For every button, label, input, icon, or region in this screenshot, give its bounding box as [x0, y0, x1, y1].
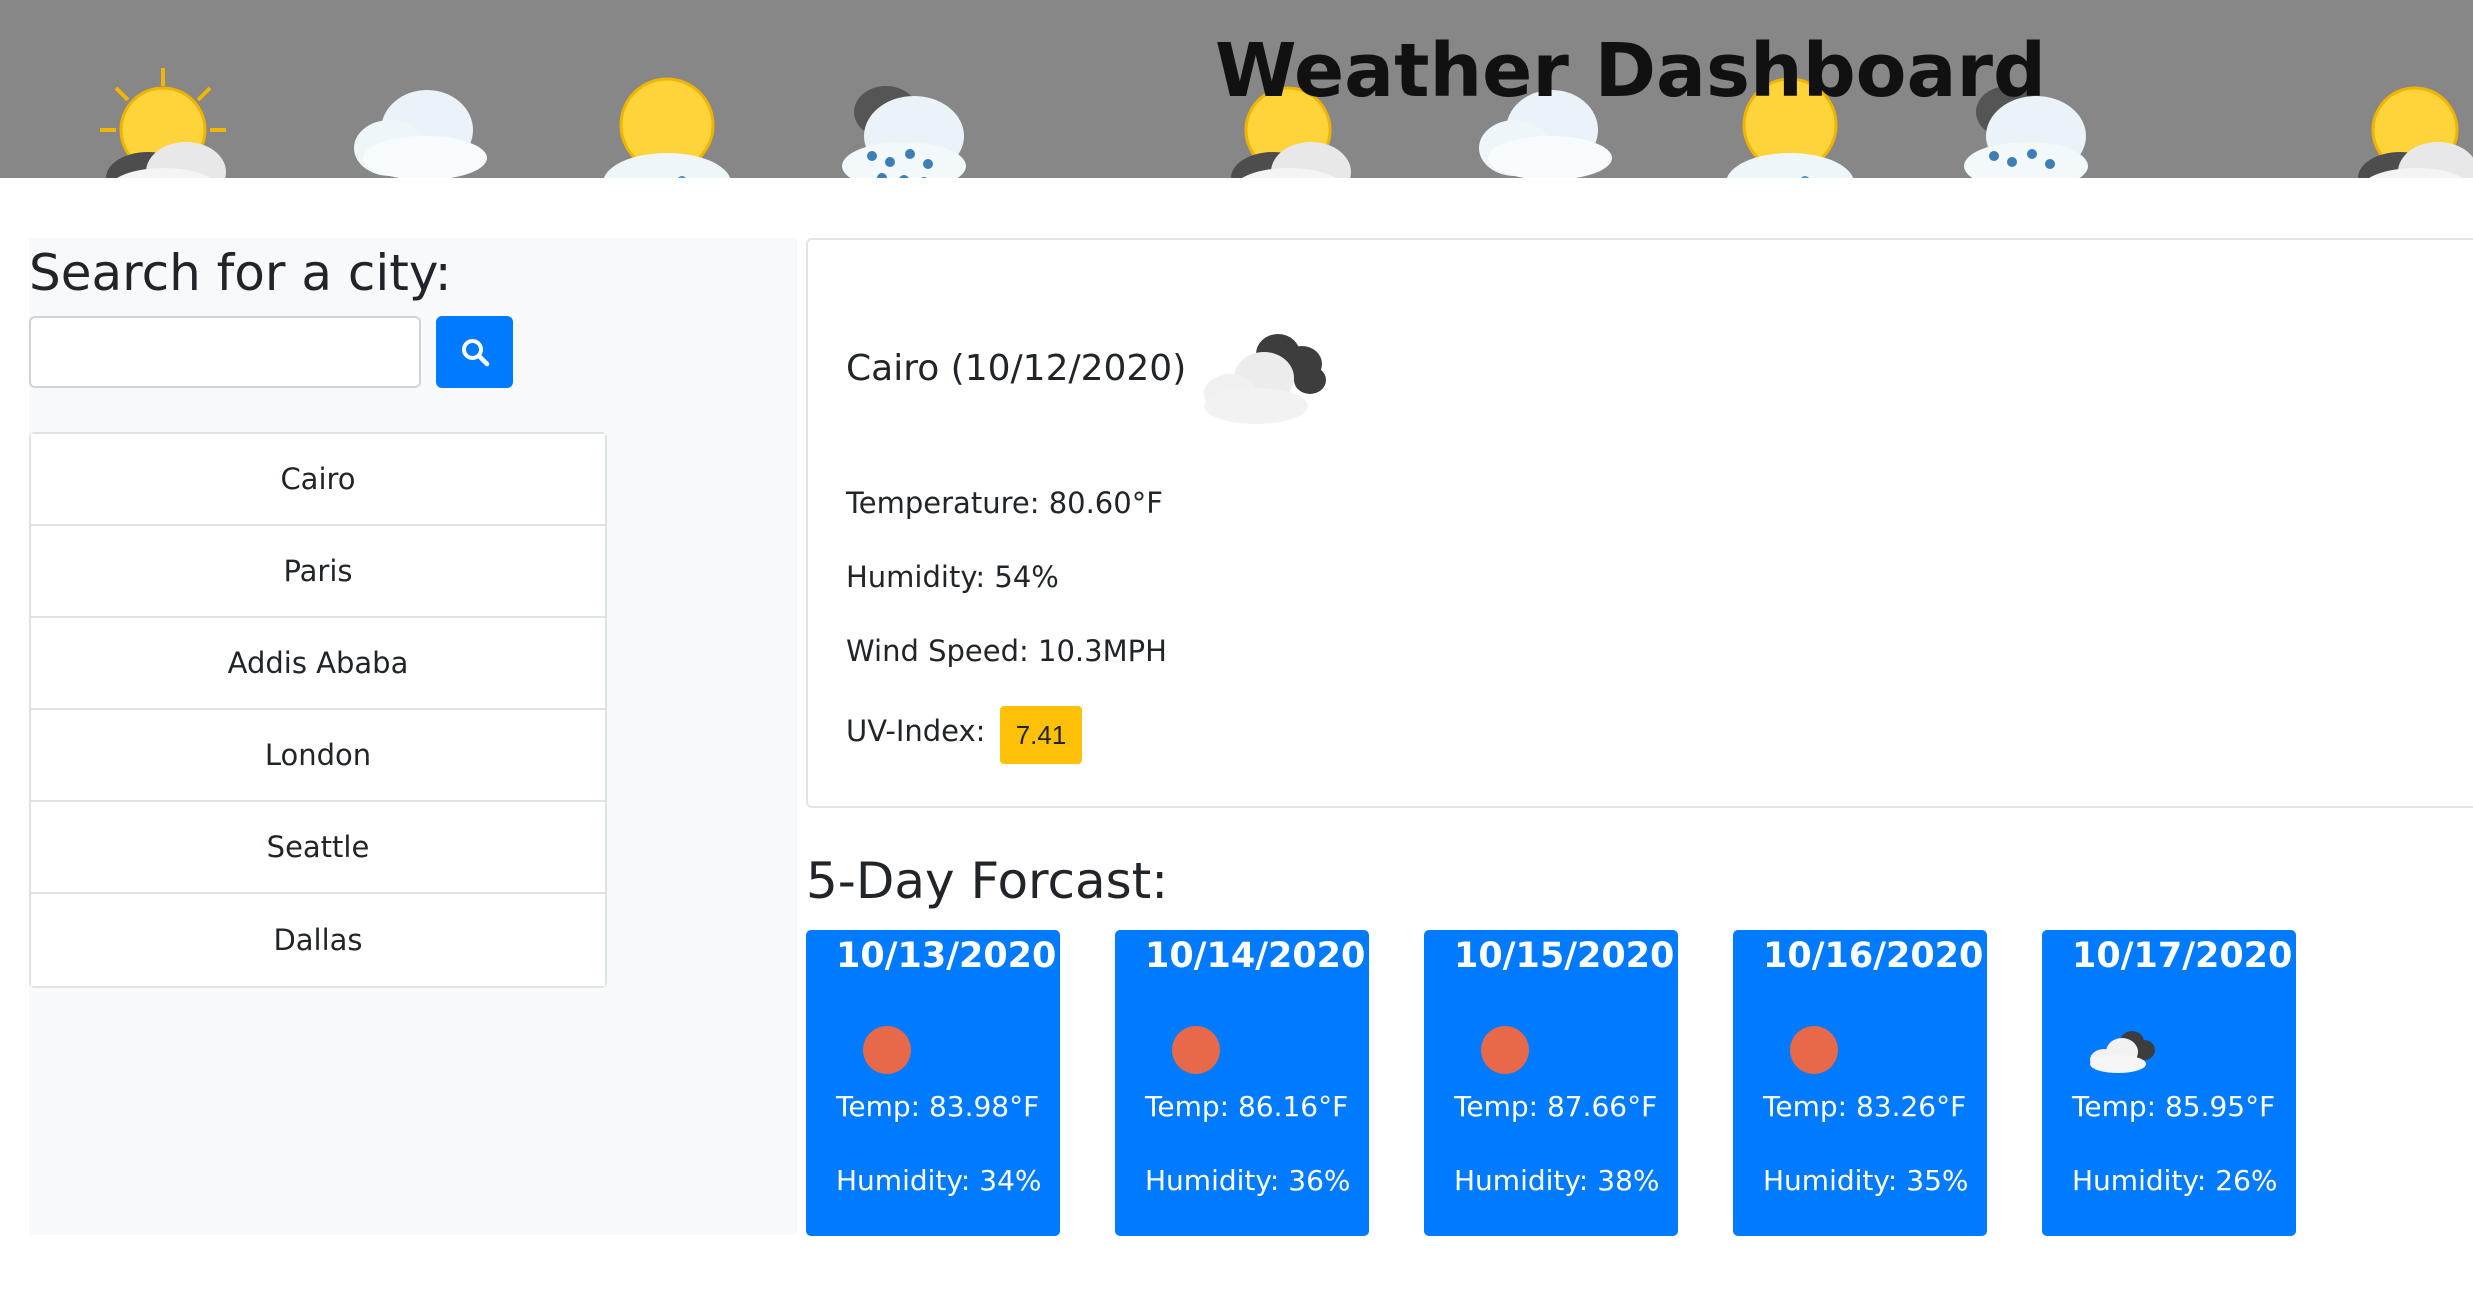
current-weather-card: Cairo (10/12/2020) Temperature: 80.60°F …	[806, 238, 2473, 808]
forecast-heading: 5-Day Forcast:	[806, 852, 1169, 910]
clear-sun-icon	[863, 1026, 911, 1074]
clear-sun-icon	[1790, 1026, 1838, 1074]
city-search-input[interactable]	[29, 316, 421, 388]
history-item-dallas[interactable]: Dallas	[31, 894, 605, 986]
forecast-temp: Temp: 85.95°F	[2072, 1090, 2276, 1123]
current-humidity: Humidity: 54%	[846, 560, 1059, 594]
forecast-card: 10/16/2020 Temp: 83.26°F Humidity: 35%	[1733, 930, 1987, 1236]
forecast-date: 10/14/2020	[1145, 936, 1366, 976]
sidebar: Search for a city: Cairo Paris Addis Aba…	[29, 238, 797, 1235]
current-temperature: Temperature: 80.60°F	[846, 486, 1163, 520]
history-item-addis-ababa[interactable]: Addis Ababa	[31, 618, 605, 710]
forecast-humidity: Humidity: 36%	[1145, 1164, 1351, 1197]
snow-cloud-icon	[354, 90, 487, 178]
search-icon	[461, 339, 489, 367]
header-banner: Weather Dashboard	[0, 0, 2473, 178]
broken-clouds-icon	[2090, 1031, 2155, 1073]
forecast-temp: Temp: 83.98°F	[836, 1090, 1040, 1123]
sun-rain-icon	[603, 77, 731, 178]
forecast-humidity: Humidity: 26%	[2072, 1164, 2278, 1197]
forecast-humidity: Humidity: 38%	[1454, 1164, 1660, 1197]
search-button[interactable]	[436, 316, 513, 388]
rain-cloud-icon	[842, 86, 966, 178]
current-wind-speed: Wind Speed: 10.3MPH	[846, 634, 1167, 668]
broken-clouds-icon	[1204, 334, 1326, 424]
history-item-cairo[interactable]: Cairo	[31, 434, 605, 526]
history-item-london[interactable]: London	[31, 710, 605, 802]
forecast-card: 10/13/2020 Temp: 83.98°F Humidity: 34%	[806, 930, 1060, 1236]
forecast-date: 10/15/2020	[1454, 936, 1675, 976]
forecast-card: 10/17/2020 Temp: 85.95°F Humidity: 26%	[2042, 930, 2296, 1236]
clear-sun-icon	[1172, 1026, 1220, 1074]
clear-sun-icon	[1481, 1026, 1529, 1074]
uv-index-label: UV-Index:	[846, 714, 986, 748]
history-item-seattle[interactable]: Seattle	[31, 802, 605, 894]
partly-sunny-icon	[2358, 86, 2473, 178]
forecast-temp: Temp: 86.16°F	[1145, 1090, 1349, 1123]
forecast-card: 10/14/2020 Temp: 86.16°F Humidity: 36%	[1115, 930, 1369, 1236]
forecast-humidity: Humidity: 34%	[836, 1164, 1042, 1197]
forecast-humidity: Humidity: 35%	[1763, 1164, 1969, 1197]
forecast-temp: Temp: 83.26°F	[1763, 1090, 1967, 1123]
page-title: Weather Dashboard	[1215, 28, 2046, 114]
uv-index-badge: 7.41	[1000, 706, 1082, 764]
search-history-list: Cairo Paris Addis Ababa London Seattle D…	[29, 432, 607, 988]
search-title: Search for a city:	[29, 244, 452, 302]
partly-sunny-icon	[100, 68, 226, 178]
forecast-date: 10/17/2020	[2072, 936, 2293, 976]
forecast-date: 10/13/2020	[836, 936, 1057, 976]
forecast-card: 10/15/2020 Temp: 87.66°F Humidity: 38%	[1424, 930, 1678, 1236]
forecast-temp: Temp: 87.66°F	[1454, 1090, 1658, 1123]
current-city-title: Cairo (10/12/2020)	[846, 348, 1187, 389]
forecast-date: 10/16/2020	[1763, 936, 1984, 976]
history-item-paris[interactable]: Paris	[31, 526, 605, 618]
